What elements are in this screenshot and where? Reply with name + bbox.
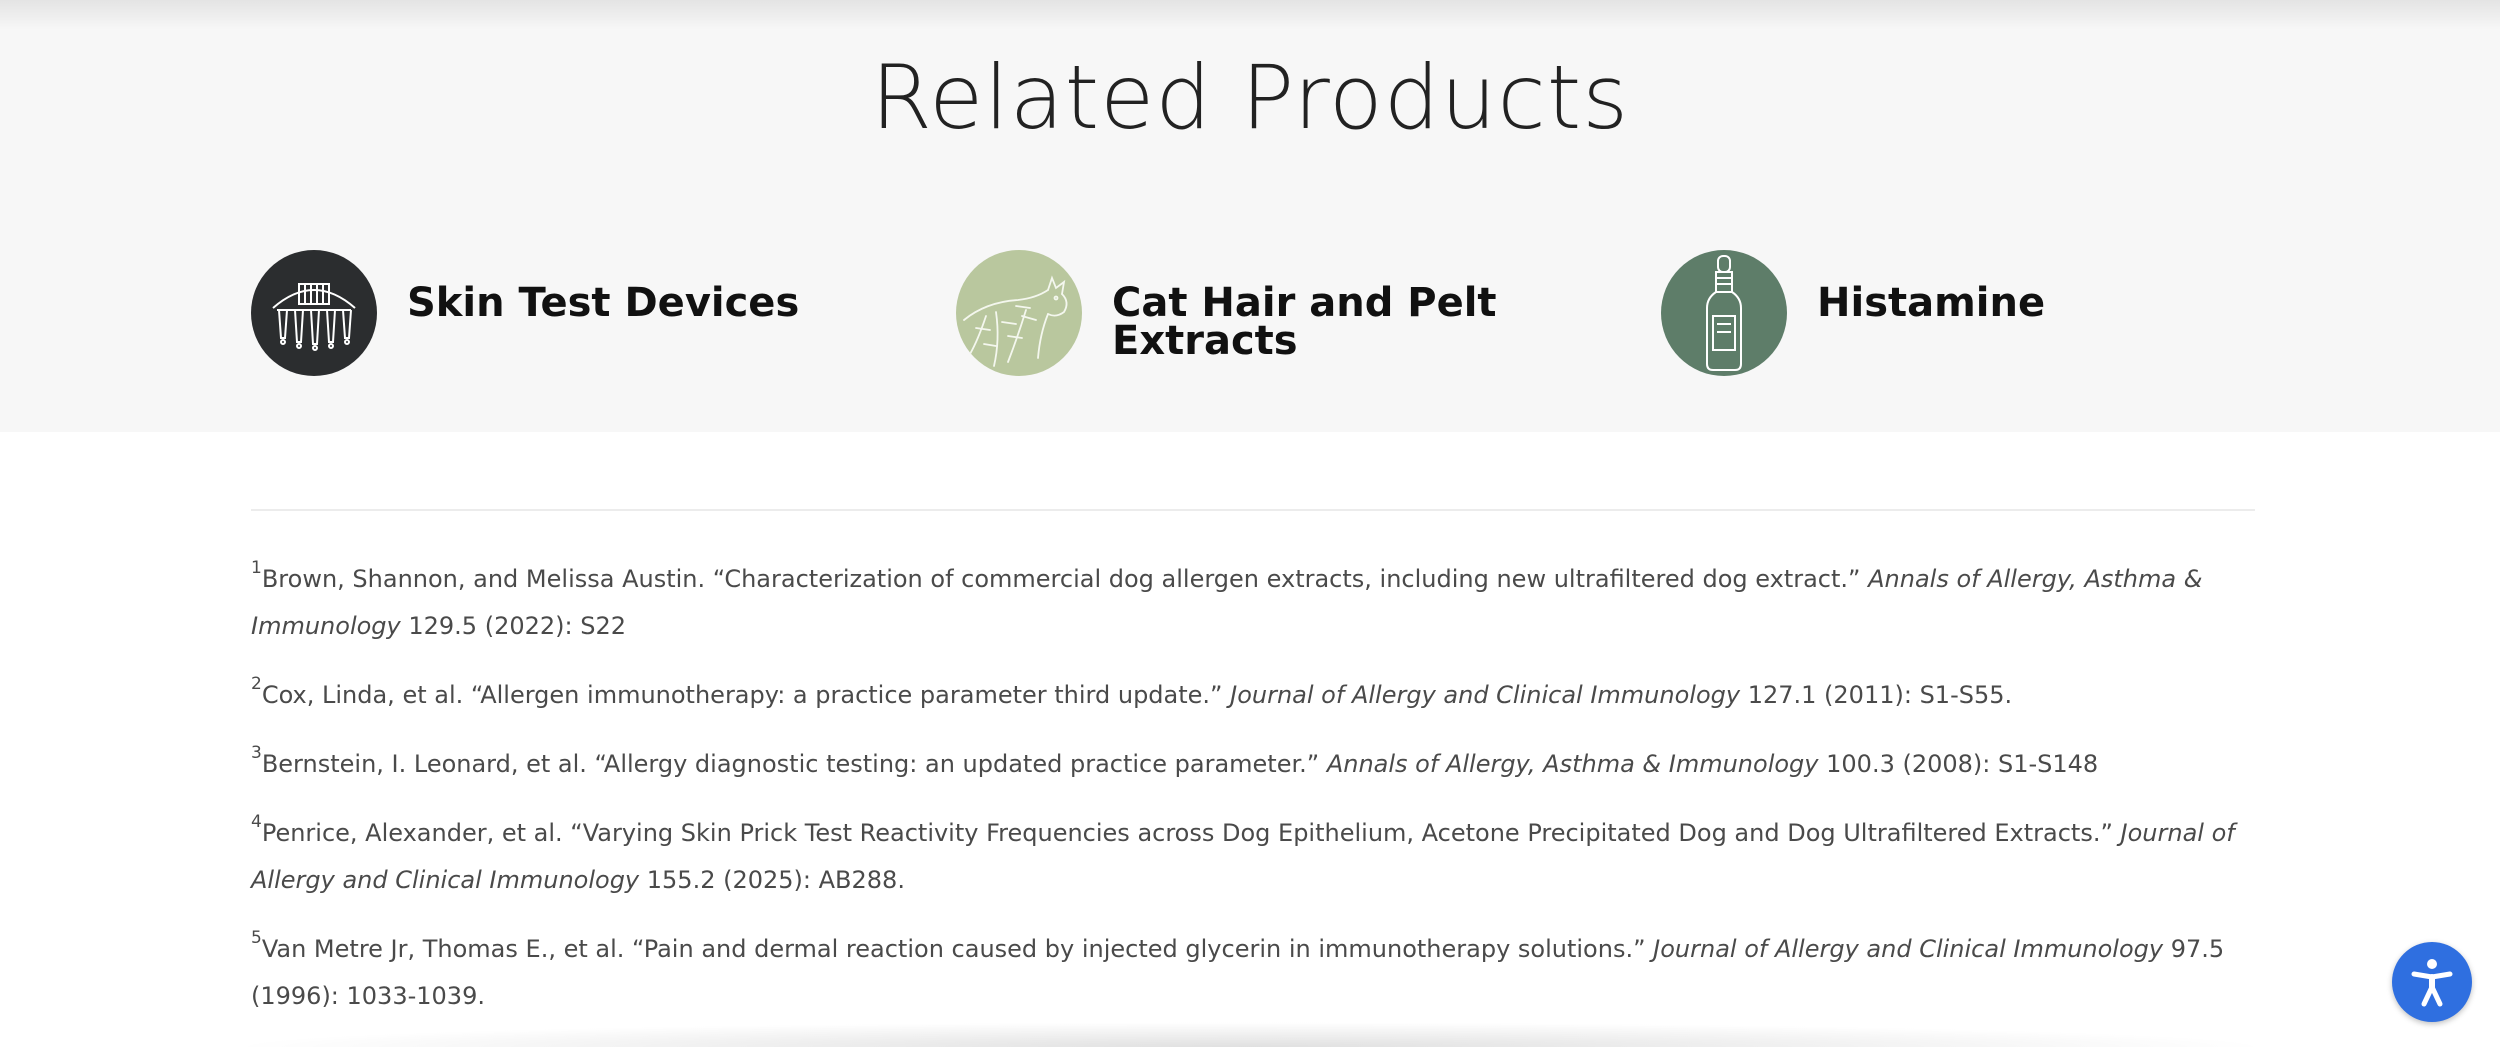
product-link-histamine[interactable]: Histamine <box>1661 250 2237 376</box>
reference-item: 5Van Metre Jr, Thomas E., et al. “Pain a… <box>251 926 2255 1020</box>
reference-item: 1Brown, Shannon, and Melissa Austin. “Ch… <box>251 556 2255 650</box>
reference-detail: 127.1 (2011): S1-S55. <box>1740 681 2013 709</box>
accessibility-icon <box>2411 959 2453 1007</box>
reference-text: Penrice, Alexander, et al. “Varying Skin… <box>261 819 2121 847</box>
product-link-cat-hair-and-pelt-extracts[interactable]: Cat Hair and Pelt Extracts <box>956 250 1532 376</box>
section-divider <box>251 509 2255 511</box>
reference-number: 4 <box>251 812 262 832</box>
reference-text: Cox, Linda, et al. “Allergen immunothera… <box>261 681 1231 709</box>
reference-number: 2 <box>251 674 262 694</box>
reference-journal: Journal of Allergy and Clinical Immunolo… <box>1230 681 1741 709</box>
reference-text: Brown, Shannon, and Melissa Austin. “Cha… <box>261 565 1869 593</box>
product-link-skin-test-devices[interactable]: Skin Test Devices <box>251 250 827 376</box>
product-name: Cat Hair and Pelt Extracts <box>1112 280 1497 364</box>
accessibility-button[interactable] <box>2392 942 2472 1022</box>
reference-number: 1 <box>251 558 262 578</box>
references-list: 1Brown, Shannon, and Melissa Austin. “Ch… <box>251 556 2255 1042</box>
reference-text: Bernstein, I. Leonard, et al. “Allergy d… <box>261 750 1327 778</box>
reference-journal: Annals of Allergy, Asthma & Immunology <box>1326 750 1819 778</box>
reference-text: Van Metre Jr, Thomas E., et al. “Pain an… <box>261 935 1654 963</box>
reference-detail: 155.2 (2025): AB288. <box>639 866 905 894</box>
reference-detail: 129.5 (2022): S22 <box>400 612 626 640</box>
product-name: Histamine <box>1817 280 2046 326</box>
reference-number: 5 <box>251 928 262 948</box>
cat-icon <box>956 250 1082 376</box>
dropper-bottle-icon <box>1661 250 1787 376</box>
reference-detail: 100.3 (2008): S1-S148 <box>1818 750 2099 778</box>
reference-item: 3Bernstein, I. Leonard, et al. “Allergy … <box>251 741 2255 788</box>
top-shadow <box>0 0 2500 30</box>
bottom-shadow <box>220 1022 2280 1047</box>
related-products-section: Related Products Skin Test Devices Cat H… <box>0 0 2500 432</box>
reference-item: 2Cox, Linda, et al. “Allergen immunother… <box>251 672 2255 719</box>
reference-number: 3 <box>251 743 262 763</box>
skin-test-device-icon <box>251 250 377 376</box>
reference-journal: Journal of Allergy and Clinical Immunolo… <box>1653 935 2164 963</box>
related-products-title: Related Products <box>870 46 1630 149</box>
product-name: Skin Test Devices <box>407 280 800 326</box>
reference-item: 4Penrice, Alexander, et al. “Varying Ski… <box>251 810 2255 904</box>
